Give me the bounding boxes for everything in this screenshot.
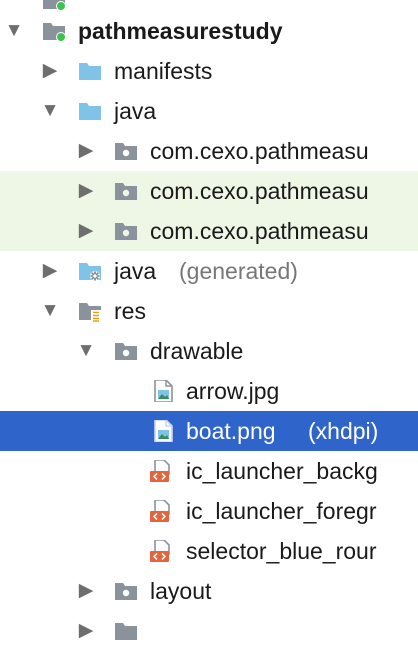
tree-row-java[interactable]: ▼ java: [0, 91, 418, 131]
tree-row-package[interactable]: ▶ com.cexo.pathmeasu: [0, 211, 418, 251]
package-icon: [115, 623, 137, 640]
package-icon: [115, 183, 137, 200]
image-file-icon: [154, 420, 173, 442]
xml-file-icon: [150, 460, 170, 482]
package-icon: [115, 143, 137, 160]
folder-icon: [79, 103, 101, 120]
chevron-down-icon[interactable]: ▼: [74, 331, 98, 371]
resources-folder-icon: [79, 303, 101, 322]
tree-item-label: selector_blue_rour: [186, 538, 377, 564]
image-file-icon: [154, 380, 173, 402]
chevron-down-icon[interactable]: ▼: [38, 91, 62, 131]
tree-row-file-selected[interactable]: boat.png (xhdpi): [0, 411, 418, 451]
chevron-right-icon[interactable]: ▶: [74, 571, 98, 611]
xml-file-icon: [150, 500, 170, 522]
tree-item-secondary-label: (generated): [179, 258, 298, 284]
tree-item-label: com.cexo.pathmeasu: [150, 138, 369, 164]
package-icon: [115, 223, 137, 240]
tree-item-label: com.cexo.pathmeasu: [150, 218, 369, 244]
xml-file-icon: [150, 540, 170, 562]
tree-row-res[interactable]: ▼ res: [0, 291, 418, 331]
chevron-right-icon[interactable]: ▶: [38, 51, 62, 91]
tree-row-partial-bottom[interactable]: ▶: [0, 611, 418, 651]
chevron-right-icon[interactable]: ▶: [74, 211, 98, 251]
tree-item-label: java: [114, 98, 157, 124]
tree-item-label: ic_launcher_foregr: [186, 498, 377, 524]
tree-row-package[interactable]: ▶ com.cexo.pathmeasu: [0, 171, 418, 211]
chevron-down-icon[interactable]: ▼: [2, 11, 26, 51]
package-icon: [115, 343, 137, 360]
tree-item-label: layout: [150, 578, 212, 604]
tree-item-label: ic_launcher_backg: [186, 458, 378, 484]
tree-row-package[interactable]: ▶ com.cexo.pathmeasu: [0, 131, 418, 171]
tree-row-file[interactable]: selector_blue_rour: [0, 531, 418, 571]
tree-item-label: boat.png: [186, 418, 276, 444]
package-icon: [115, 583, 137, 600]
tree-item-secondary-label: (xhdpi): [308, 418, 379, 444]
tree-row-file[interactable]: ic_launcher_backg: [0, 451, 418, 491]
project-tree: ▼ pathmeasurestudy ▶ manifests ▼ java ▶ …: [0, 0, 418, 641]
folder-icon: [79, 63, 101, 80]
tree-row-file[interactable]: arrow.jpg: [0, 371, 418, 411]
generated-folder-icon: [79, 263, 101, 281]
chevron-right-icon[interactable]: ▶: [74, 131, 98, 171]
tree-row-file[interactable]: ic_launcher_foregr: [0, 491, 418, 531]
chevron-right-icon[interactable]: ▶: [38, 251, 62, 291]
module-folder-icon: [43, 0, 66, 11]
tree-row-java-generated[interactable]: ▶ java (generated): [0, 251, 418, 291]
chevron-down-icon[interactable]: ▼: [38, 291, 62, 331]
chevron-right-icon[interactable]: ▶: [74, 171, 98, 211]
chevron-right-icon[interactable]: ▶: [74, 611, 98, 651]
module-folder-icon: [43, 23, 66, 42]
tree-row-drawable[interactable]: ▼ drawable: [0, 331, 418, 371]
tree-row-layout[interactable]: ▶ layout: [0, 571, 418, 611]
tree-item-label: com.cexo.pathmeasu: [150, 178, 369, 204]
tree-item-label: arrow.jpg: [186, 378, 280, 404]
tree-item-label: drawable: [150, 338, 244, 364]
tree-item-label: manifests: [114, 58, 213, 84]
tree-row-manifests[interactable]: ▶ manifests: [0, 51, 418, 91]
tree-row-module[interactable]: ▼ pathmeasurestudy: [0, 11, 418, 51]
tree-item-label: java: [114, 258, 157, 284]
tree-item-label: pathmeasurestudy: [78, 18, 283, 44]
tree-item-label: res: [114, 298, 146, 324]
